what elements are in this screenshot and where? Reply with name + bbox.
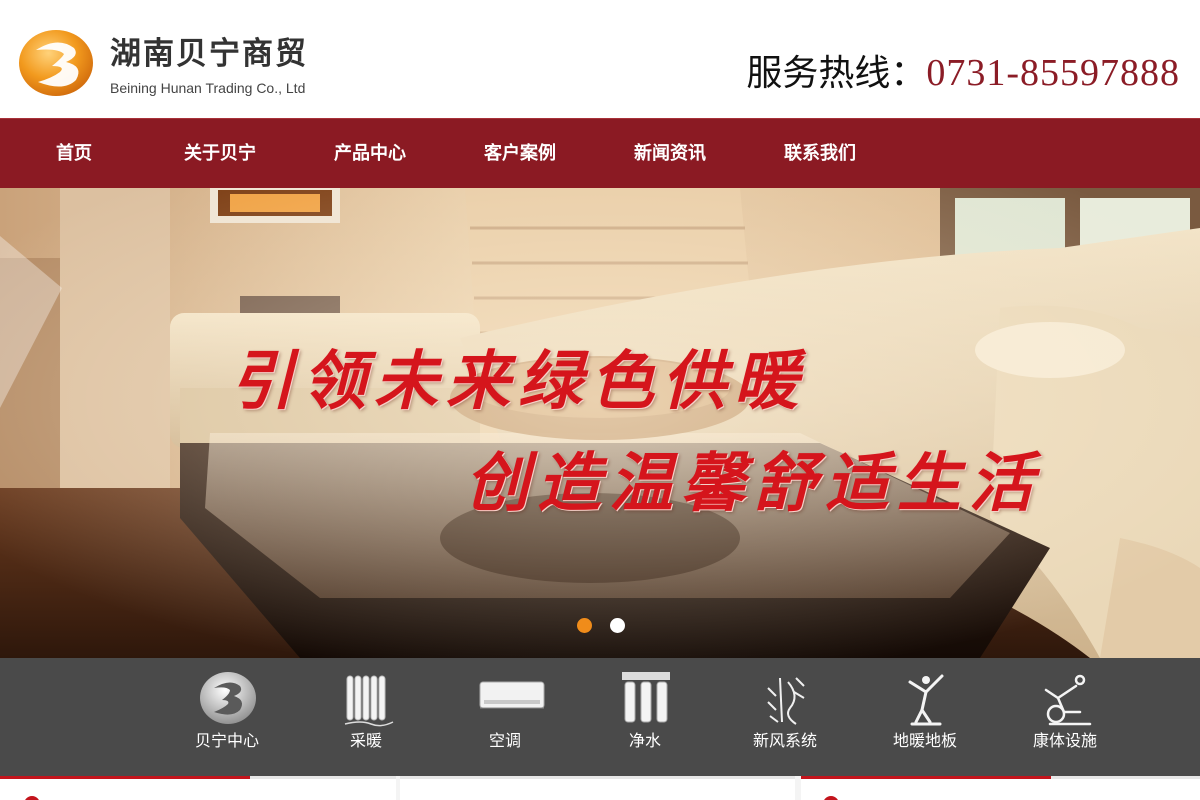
category-fresh-air[interactable]: 新风系统 [730,658,840,758]
carousel-dot-2[interactable] [610,618,625,633]
category-label: 采暖 [349,731,382,750]
category-label: 空调 [488,731,521,750]
category-label: 康体设施 [1032,731,1097,750]
fitness-icon [1044,674,1092,726]
logo-chinese-name: 湖南贝宁商贸 [110,36,308,72]
panel-divider-line [250,776,396,779]
logo-english-name: Beining Hunan Trading Co., Ltd [110,80,306,96]
nav-item-cases[interactable]: 客户案例 [484,119,556,189]
fresh-air-icon [767,677,805,725]
content-panel-left [0,776,396,800]
category-floor-heating[interactable]: 地暖地板 [870,658,980,758]
beining-logo-icon [200,672,256,724]
banner-image [0,188,1200,658]
nav-item-home[interactable]: 首页 [56,119,92,189]
hotline-label: 服务热线： [746,53,927,94]
panel-accent-line [801,776,1051,779]
category-label: 贝宁中心 [194,731,259,750]
water-purifier-icon [622,672,670,723]
panel-accent-line [0,776,250,779]
slogan-line-2: 创造温馨舒适生活 [465,446,1041,521]
beining-logo-icon [19,30,93,96]
panel-divider-line [400,776,795,779]
floor-heating-icon [908,674,944,726]
category-water-purification[interactable]: 净水 [590,658,700,758]
panel-badge-icon [24,796,40,800]
nav-item-contact[interactable]: 联系我们 [784,119,856,189]
panel-divider-line [1051,776,1200,779]
site-header: 湖南贝宁商贸 Beining Hunan Trading Co., Ltd 服务… [0,0,1200,118]
category-fitness[interactable]: 康体设施 [1010,658,1120,758]
category-label: 地暖地板 [892,731,957,750]
category-label: 净水 [628,731,661,750]
nav-item-products[interactable]: 产品中心 [334,119,406,189]
category-air-conditioning[interactable]: 空调 [450,658,560,758]
panel-badge-icon [823,796,839,800]
hero-banner[interactable]: 引领未来绿色供暖 创造温馨舒适生活 [0,188,1200,658]
nav-item-about[interactable]: 关于贝宁 [184,119,256,189]
category-beining-center[interactable]: 贝宁中心 [172,658,282,758]
carousel-dot-1-active[interactable] [577,618,592,633]
content-panel-right [801,776,1200,800]
category-label: 新风系统 [752,731,817,750]
slogan-line-1: 引领未来绿色供暖 [230,344,806,419]
content-panel-middle [400,776,795,800]
main-nav: 首页 关于贝宁 产品中心 客户案例 新闻资讯 联系我们 [0,118,1200,188]
service-hotline: 服务热线：0731-85597888 [746,44,1180,96]
hotline-number[interactable]: 0731-85597888 [926,52,1180,94]
category-bar: 贝宁中心 采暖 空调 净水 新风系统 地暖地板 康体设施 [0,658,1200,776]
nav-item-news[interactable]: 新闻资讯 [634,119,706,189]
category-heating[interactable]: 采暖 [311,658,421,758]
air-conditioner-icon [479,681,545,709]
radiator-icon [344,675,394,727]
site-logo[interactable]: 湖南贝宁商贸 Beining Hunan Trading Co., Ltd [18,24,358,104]
